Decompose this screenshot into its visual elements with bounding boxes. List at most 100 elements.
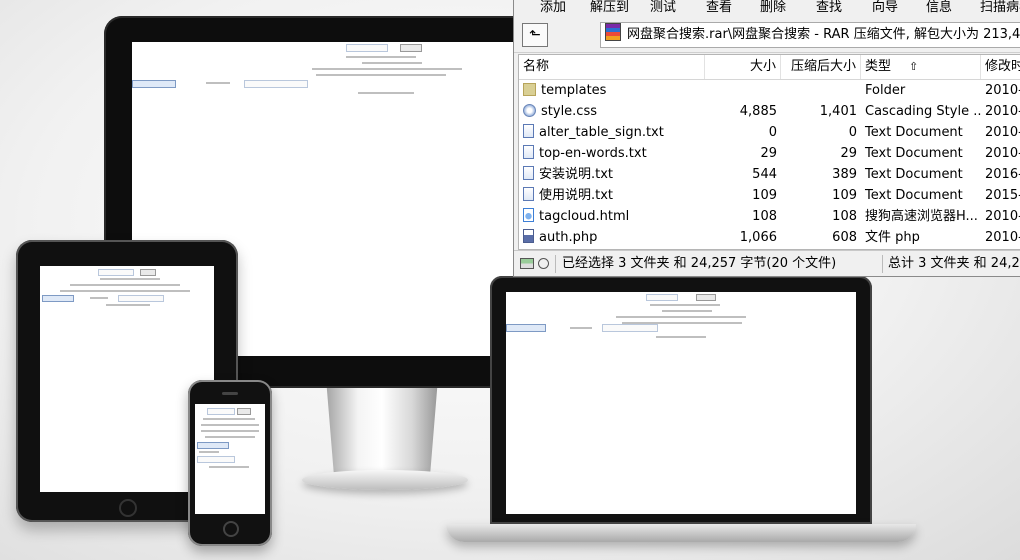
file-list-header: 名称 大小 压缩后大小 类型 ⇧ 修改时间 (519, 55, 1020, 80)
column-header-type[interactable]: 类型 ⇧ (861, 55, 981, 79)
file-name: 使用说明.txt (539, 188, 614, 203)
file-packed-size (781, 80, 861, 101)
laptop-base (446, 524, 916, 542)
mini-text-line (205, 436, 255, 438)
file-row[interactable]: tagcloud.html 108 108 搜狗高速浏览器H... 2010-0 (519, 206, 1020, 227)
file-row[interactable]: style.css 4,885 1,401 Cascading Style ..… (519, 101, 1020, 122)
file-size: 4,885 (739, 104, 777, 119)
file-size: 1,066 (739, 230, 777, 245)
toolbar-info-button[interactable]: 信息 (926, 0, 952, 14)
winrar-toolbar: 添加 解压到 测试 查看 删除 查找 向导 信息 扫描病毒 (514, 0, 1020, 14)
mini-text-line (316, 74, 446, 76)
mini-text-line (358, 92, 414, 94)
mini-text-line (201, 424, 259, 426)
mini-text-line (650, 304, 720, 306)
file-row[interactable]: 使用说明.txt 109 109 Text Document 2015-0 (519, 185, 1020, 206)
column-header-packed[interactable]: 压缩后大小 (781, 55, 861, 79)
file-name: 安装说明.txt (539, 167, 614, 182)
toolbar-test-button[interactable]: 测试 (650, 0, 676, 14)
file-name: style.css (541, 104, 597, 119)
mini-search-box (646, 294, 678, 301)
status-total-text: 总计 3 文件夹 和 24,257 (888, 256, 1020, 271)
mini-search-box (98, 269, 134, 276)
mini-text-line (201, 430, 259, 432)
mini-text-line (570, 327, 592, 329)
mini-tab (506, 324, 546, 332)
mini-text-line (100, 278, 160, 280)
file-packed-size: 608 (832, 230, 857, 245)
status-separator (555, 255, 556, 273)
file-name: auth.php (539, 230, 598, 245)
mini-tab (118, 295, 164, 302)
mini-text-line (199, 451, 219, 453)
file-row[interactable]: alter_table_sign.txt 0 0 Text Document 2… (519, 122, 1020, 143)
file-type: 搜狗高速浏览器H... (865, 209, 978, 224)
file-row[interactable]: top-en-words.txt 29 29 Text Document 201… (519, 143, 1020, 164)
file-name: tagcloud.html (539, 209, 630, 224)
archive-path-field[interactable]: 网盘聚合搜索.rar\网盘聚合搜索 - RAR 压缩文件, 解包大小为 213,… (600, 22, 1020, 48)
monitor-stand-base (302, 470, 468, 490)
column-header-modified[interactable]: 修改时间 (981, 55, 1020, 79)
mini-text-line (206, 82, 230, 84)
file-size (705, 80, 781, 101)
file-type: Text Document (865, 188, 963, 203)
file-list: 名称 大小 压缩后大小 类型 ⇧ 修改时间 templates Folder 20… (518, 54, 1020, 250)
file-packed-size: 29 (840, 146, 857, 161)
mini-text-line (209, 466, 249, 468)
mini-tab (602, 324, 658, 332)
file-packed-size: 109 (832, 188, 857, 203)
column-header-name[interactable]: 名称 (519, 55, 705, 79)
column-header-type-label: 类型 (865, 59, 892, 74)
mini-text-line (106, 304, 150, 306)
file-row[interactable]: 安装说明.txt 544 389 Text Document 2016-0 (519, 164, 1020, 185)
file-modified: 2010-0 (985, 125, 1020, 140)
column-header-size[interactable]: 大小 (705, 55, 781, 79)
archive-path-text: 网盘聚合搜索.rar\网盘聚合搜索 - RAR 压缩文件, 解包大小为 213,… (627, 27, 1020, 42)
toolbar-add-button[interactable]: 添加 (540, 0, 566, 14)
file-type: Cascading Style ... (865, 104, 981, 119)
mini-text-line (616, 316, 746, 318)
file-type: Text Document (865, 125, 963, 140)
laptop-mockup (490, 276, 872, 524)
mini-text-line (656, 336, 706, 338)
file-packed-size: 1,401 (819, 104, 857, 119)
mini-text-line (346, 56, 416, 58)
mini-text-line (90, 297, 108, 299)
mini-search-box (207, 408, 235, 415)
toolbar-delete-button[interactable]: 删除 (760, 0, 786, 14)
file-modified: 2010-0 (985, 83, 1020, 98)
file-row[interactable]: templates Folder 2010-0 (519, 80, 1020, 101)
file-size: 29 (760, 146, 777, 161)
file-name: top-en-words.txt (539, 146, 647, 161)
laptop-screen (506, 292, 856, 514)
tablet-home-button (119, 499, 137, 517)
file-modified: 2010-0 (985, 209, 1020, 224)
file-modified: 2016-0 (985, 167, 1020, 182)
up-folder-button[interactable]: ⬑ (522, 23, 548, 47)
mini-text-line (362, 62, 422, 64)
mini-text-line (60, 290, 190, 292)
file-name: alter_table_sign.txt (539, 125, 664, 140)
folder-icon (523, 83, 536, 96)
winrar-window: 添加 解压到 测试 查看 删除 查找 向导 信息 扫描病毒 ⬑ 网盘聚合搜索.r… (513, 0, 1020, 277)
mini-search-box (346, 44, 388, 52)
mini-tab (197, 442, 229, 449)
toolbar-wizard-button[interactable]: 向导 (872, 0, 898, 14)
toolbar-extract-to-button[interactable]: 解压到 (590, 0, 629, 14)
file-packed-size: 108 (832, 209, 857, 224)
file-name: templates (541, 83, 607, 98)
toolbar-view-button[interactable]: 查看 (706, 0, 732, 14)
php-file-icon (523, 229, 534, 243)
mini-search-button (140, 269, 156, 276)
monitor-stand (326, 388, 438, 476)
file-row[interactable]: auth.php 1,066 608 文件 php 2010-0 (519, 227, 1020, 248)
up-arrow-icon: ⬑ (529, 27, 541, 43)
toolbar-find-button[interactable]: 查找 (816, 0, 842, 14)
file-packed-size: 389 (832, 167, 857, 182)
file-size: 109 (752, 188, 777, 203)
mini-text-line (70, 284, 180, 286)
toolbar-virus-scan-button[interactable]: 扫描病毒 (980, 0, 1020, 14)
file-size: 108 (752, 209, 777, 224)
status-selected-text: 已经选择 3 文件夹 和 24,257 字节(20 个文件) (562, 256, 837, 271)
rar-archive-icon (605, 23, 621, 41)
